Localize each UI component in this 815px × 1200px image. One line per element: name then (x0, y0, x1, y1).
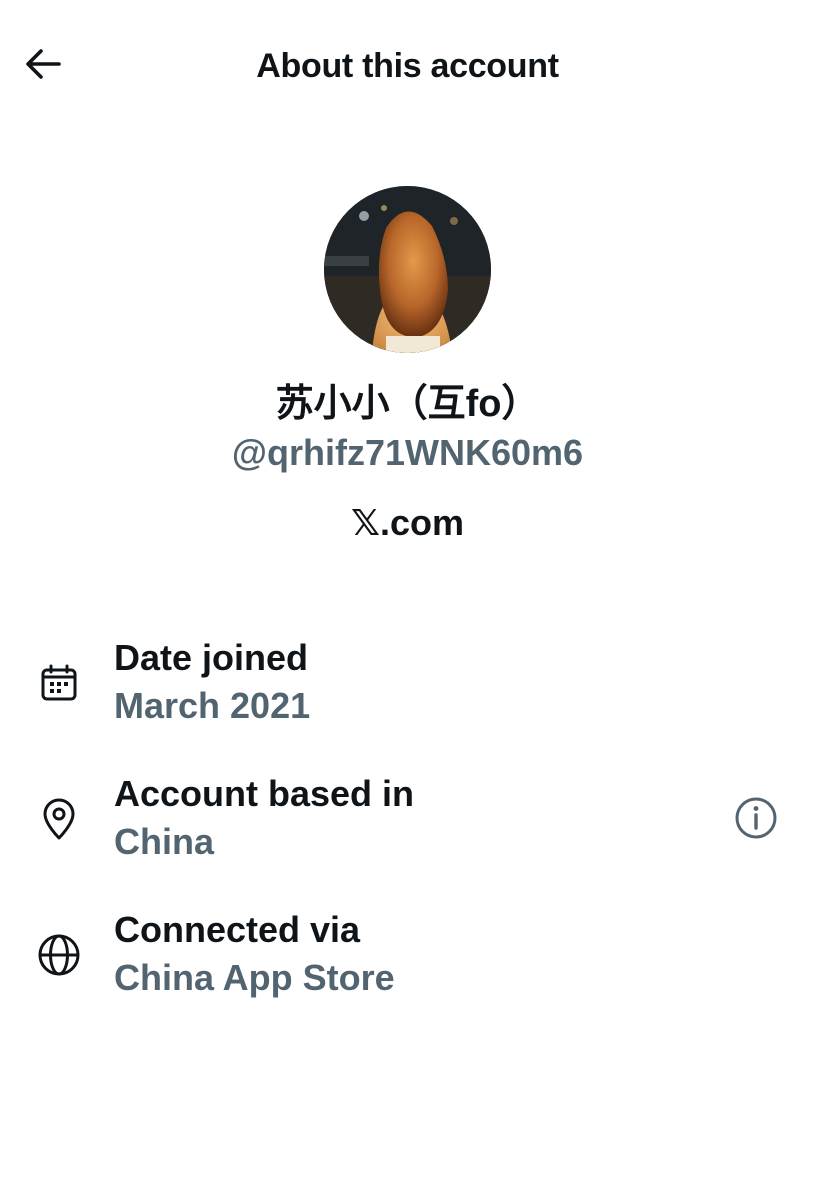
info-icon (734, 796, 778, 845)
username-handle: @qrhifz71WNK60m6 (231, 432, 584, 473)
date-joined-value: March 2021 (114, 685, 311, 726)
display-name: 苏小小（互fo） (275, 383, 540, 425)
connected-via-value: China App Store (114, 957, 395, 998)
date-joined-row: Date joined March 2021 (0, 636, 815, 736)
account-based-in-value: China (114, 821, 215, 862)
globe-icon (36, 932, 82, 978)
date-joined-label: Date joined (114, 637, 309, 678)
location-pin-icon (36, 796, 82, 842)
page-title: About this account (256, 47, 559, 85)
info-button[interactable] (730, 794, 782, 846)
source-site: 𝕏.com (350, 502, 465, 543)
connected-via-row: Connected via China App Store (0, 908, 815, 1008)
calendar-icon (36, 660, 82, 706)
connected-via-label: Connected via (114, 909, 361, 950)
account-based-in-row: Account based in China (0, 772, 815, 872)
account-based-in-label: Account based in (114, 773, 415, 814)
avatar (324, 186, 491, 353)
